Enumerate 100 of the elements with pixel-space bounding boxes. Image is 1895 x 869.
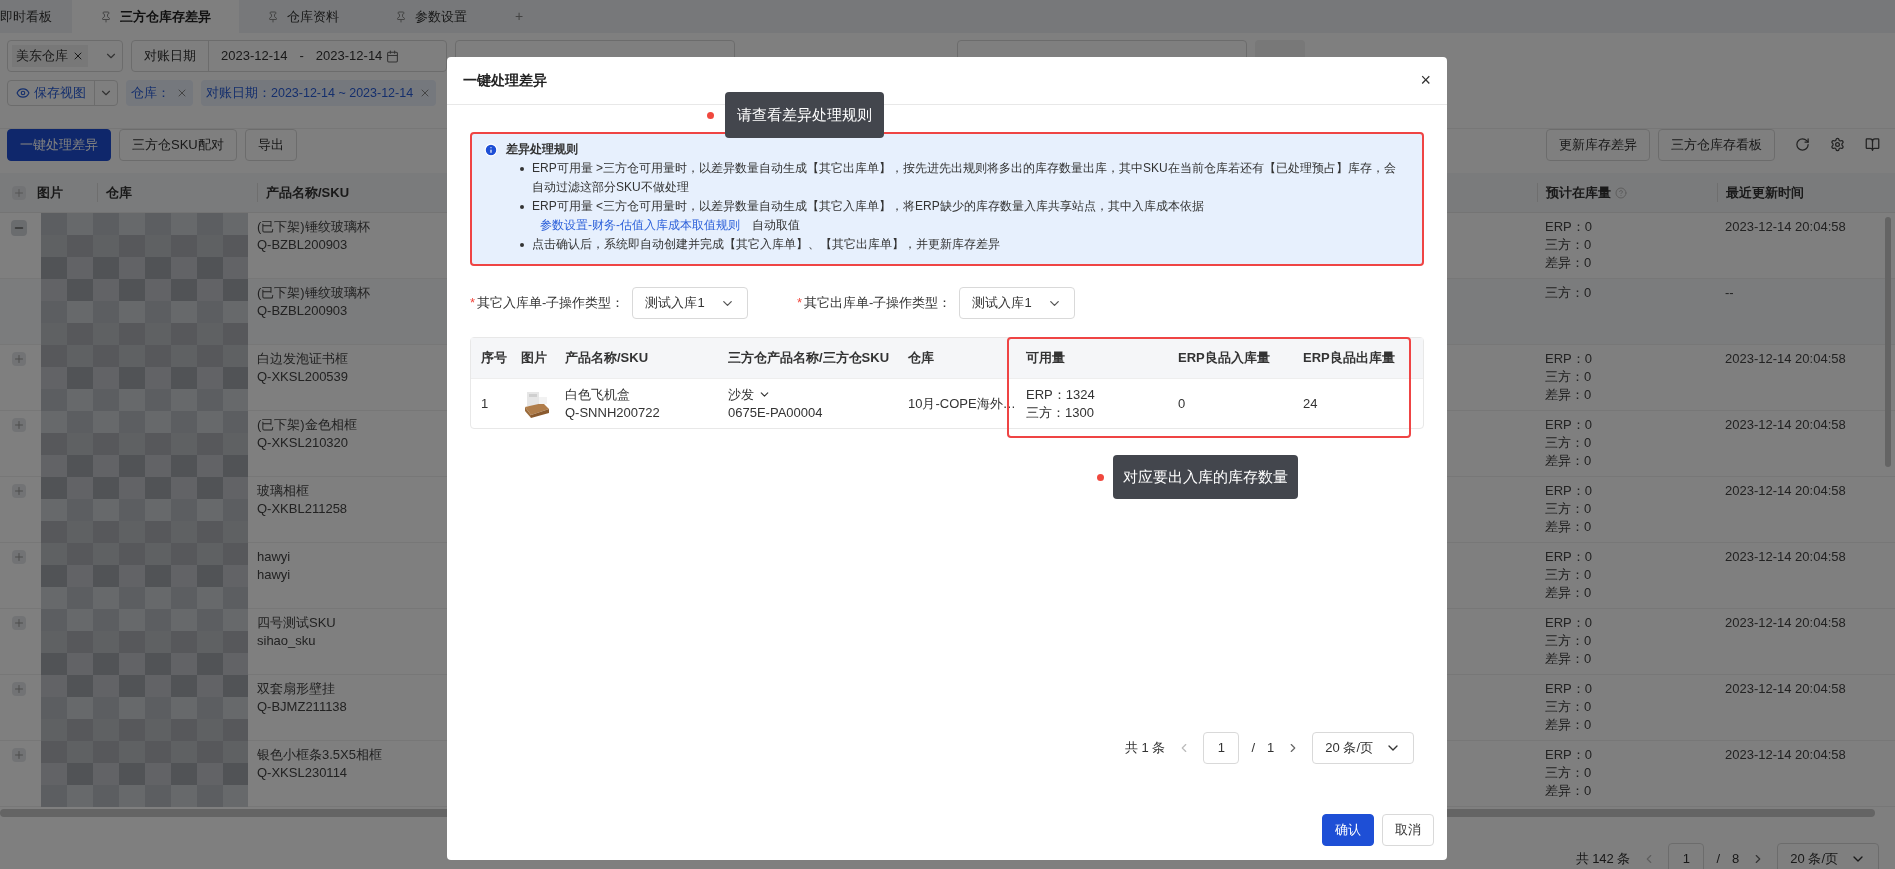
stock-line: 差异：0	[1545, 518, 1593, 536]
column-header: ERP良品出库量	[1303, 349, 1396, 368]
updated-time: 2023-12-14 20:04:58	[1725, 549, 1846, 564]
updated-time: 2023-12-14 20:04:58	[1725, 615, 1846, 630]
warehouse-select[interactable]: 美东仓库	[7, 40, 123, 72]
product-sku: Q-BJMZ211138	[257, 698, 348, 716]
required-icon: *	[470, 293, 476, 313]
filter-tag: 对账日期：2023-12-14 ~ 2023-12-14	[201, 80, 437, 106]
product-name: 白边发泡证书框	[257, 350, 349, 368]
third-party-sku: 0675E-PA00004	[728, 403, 824, 422]
product-sku: Q-XKSL230114	[257, 764, 349, 782]
stock-line: ERP：0	[1545, 614, 1593, 632]
updated-time: 2023-12-14 20:04:58	[1725, 747, 1846, 762]
stock-line: 三方：0	[1545, 284, 1593, 302]
available-quantity: 三方：1300	[1026, 403, 1095, 422]
save-view-button[interactable]: 保存视图	[7, 80, 118, 106]
stock-line: ERP：0	[1545, 548, 1593, 566]
page-number-field[interactable]: 1	[1668, 843, 1705, 869]
stock-line: 差异：0	[1545, 386, 1593, 404]
product-name: 白色飞机盒	[565, 385, 631, 404]
product-name: 玻璃相框	[257, 482, 310, 500]
total-count: 共 142 条	[1575, 850, 1631, 869]
page-tab[interactable]: 即时看板	[0, 0, 72, 33]
rule-text: ERP可用量 <三方仓可用量时，以差异数量自动生成【其它入库单】，将ERP缺少的库存数量入库共享站点，其中入库成本依据	[532, 198, 1204, 215]
updated-time: 2023-12-14 20:04:58	[1725, 219, 1846, 234]
stock-line: 差异：0	[1545, 254, 1593, 272]
product-sku: Q-XKSL200539	[257, 368, 350, 386]
operation-type-select[interactable]: 测试入库1	[632, 287, 749, 319]
dialog-button[interactable]: 确认	[1322, 814, 1374, 846]
stock-line: 差异：0	[1545, 782, 1593, 800]
updated-time: 2023-12-14 20:04:58	[1725, 681, 1846, 696]
third-party-name[interactable]: 沙发	[728, 385, 771, 404]
callout: 对应要出入库的库存数量	[1113, 455, 1298, 499]
column-header: 三方仓产品名称/三方仓SKU	[728, 349, 891, 368]
stock-line: ERP：0	[1545, 680, 1593, 698]
column-header: 图片	[37, 183, 64, 202]
page-separator: /	[1716, 850, 1721, 869]
product-sku: sihao_sku	[257, 632, 317, 650]
end-date: 2023-12-14	[315, 47, 383, 66]
product-sku: Q-SNNH200722	[565, 403, 661, 422]
select-label: 其它出库单-子操作类型：	[804, 294, 952, 313]
dialog-title: 一键处理差异	[463, 71, 547, 90]
page-size-select[interactable]: 20 条/页	[1312, 732, 1414, 764]
stock-line: 三方：0	[1545, 236, 1593, 254]
available-quantity: ERP：1324	[1026, 385, 1096, 404]
filter-tag: 仓库：	[126, 80, 193, 106]
rule-text: 点击确认后，系统即自动创建并完成【其它入库单】、【其它出库单】，并更新库存差异	[532, 236, 1000, 253]
required-icon: *	[797, 293, 803, 313]
select-label: 其它入库单-子操作类型：	[477, 294, 625, 313]
page-size-select[interactable]: 20 条/页	[1777, 843, 1879, 869]
callout: 请查看差异处理规则	[725, 92, 884, 138]
column-header: 产品名称/SKU	[565, 349, 650, 368]
toolbar-button[interactable]: 三方仓库存看板	[1658, 128, 1775, 161]
column-header: 仓库	[97, 182, 257, 203]
updated-time: 2023-12-14 20:04:58	[1725, 483, 1846, 498]
stock-line: 三方：0	[1545, 500, 1593, 518]
updated-time: 2023-12-14 20:04:58	[1725, 351, 1846, 366]
product-sku: Q-XKBL211258	[257, 500, 349, 518]
total-count: 共 1 条	[1125, 739, 1166, 758]
close-button[interactable]: ×	[1420, 67, 1431, 94]
warehouse-name: 10月-COPE海外…	[908, 394, 1017, 413]
stock-line: 三方：0	[1545, 566, 1593, 584]
stock-line: ERP：0	[1545, 218, 1593, 236]
page-tab[interactable]: 仓库资料	[239, 0, 367, 33]
page-tab[interactable]: 三方仓库存差异	[72, 0, 239, 33]
page-tab[interactable]: 参数设置	[367, 0, 495, 33]
stock-line: 差异：0	[1545, 716, 1593, 734]
stock-line: 三方：0	[1545, 632, 1593, 650]
stock-line: ERP：0	[1545, 746, 1593, 764]
stock-line: 差异：0	[1545, 452, 1593, 470]
date-range-field[interactable]: 对账日期 2023-12-14 - 2023-12-14	[131, 40, 447, 72]
stock-line: 三方：0	[1545, 698, 1593, 716]
column-header: 预计在库量	[1546, 183, 1611, 202]
date-separator: -	[299, 47, 304, 66]
rule-text: 自动取值	[752, 217, 800, 234]
operation-type-select[interactable]: 测试入库1	[959, 287, 1076, 319]
toolbar-button[interactable]: 更新库存差异	[1546, 128, 1650, 161]
stock-line: 三方：0	[1545, 368, 1593, 386]
rule-link[interactable]: 参数设置-财务-估值入库成本取值规则	[540, 216, 740, 235]
toolbar-button[interactable]: 一键处理差异	[7, 128, 111, 161]
updated-time: 2023-12-14 20:04:58	[1725, 417, 1846, 432]
column-header: 序号	[481, 349, 508, 368]
stock-line: ERP：0	[1545, 350, 1593, 368]
page-number-field[interactable]: 1	[1203, 732, 1240, 764]
rules-title: 差异处理规则	[506, 141, 578, 158]
product-name: (已下架)锤纹玻璃杯	[257, 218, 371, 236]
product-name: (已下架)金色相框	[257, 416, 358, 434]
stock-line: 差异：0	[1545, 584, 1593, 602]
column-header: ERP良品入库量	[1178, 349, 1271, 368]
toolbar-button[interactable]: 导出	[244, 128, 297, 161]
product-name: hawyi	[257, 548, 292, 566]
start-date: 2023-12-14	[221, 47, 288, 66]
toolbar-button[interactable]: 三方仓SKU配对	[119, 128, 237, 161]
page-count: 8	[1732, 850, 1740, 869]
product-sku: hawyi	[257, 566, 292, 584]
column-header: 可用量	[1026, 349, 1066, 368]
column-header: 仓库	[908, 349, 935, 368]
page-count: 1	[1267, 739, 1275, 758]
product-sku: Q-XKSL210320	[257, 434, 350, 452]
dialog-button[interactable]: 取消	[1382, 814, 1434, 846]
